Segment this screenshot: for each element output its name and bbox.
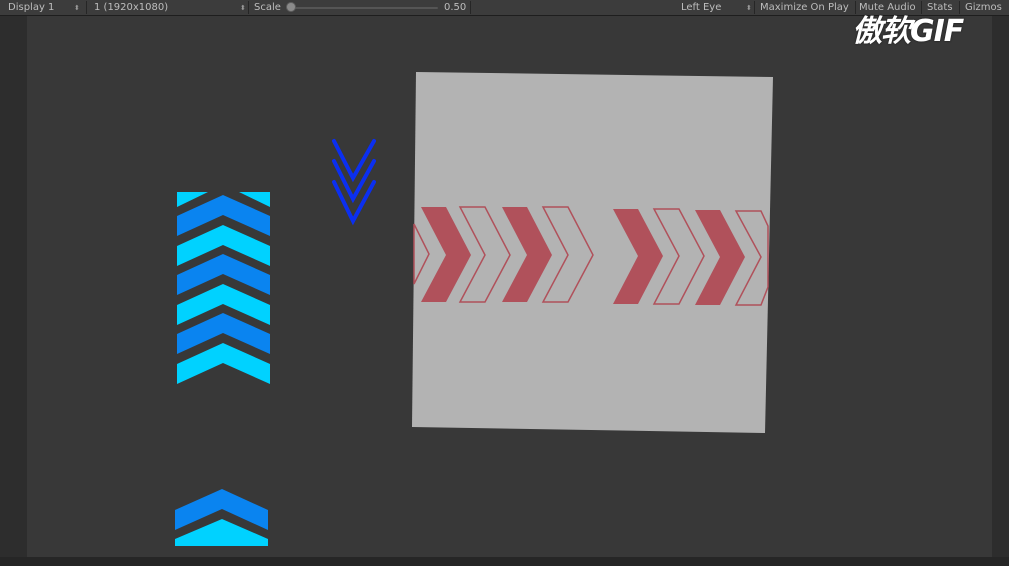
watermark-logo: 傲软GIF [852, 6, 964, 50]
up-chevron [177, 343, 270, 384]
up-chevron-stack-lower[interactable] [175, 489, 268, 546]
scene-objects [175, 72, 773, 546]
watermark-text: 傲软GIF [852, 14, 964, 49]
up-chevron-stack-upper[interactable] [177, 192, 270, 384]
blue-down-chevrons[interactable] [332, 139, 376, 226]
down-chevron [332, 180, 376, 226]
